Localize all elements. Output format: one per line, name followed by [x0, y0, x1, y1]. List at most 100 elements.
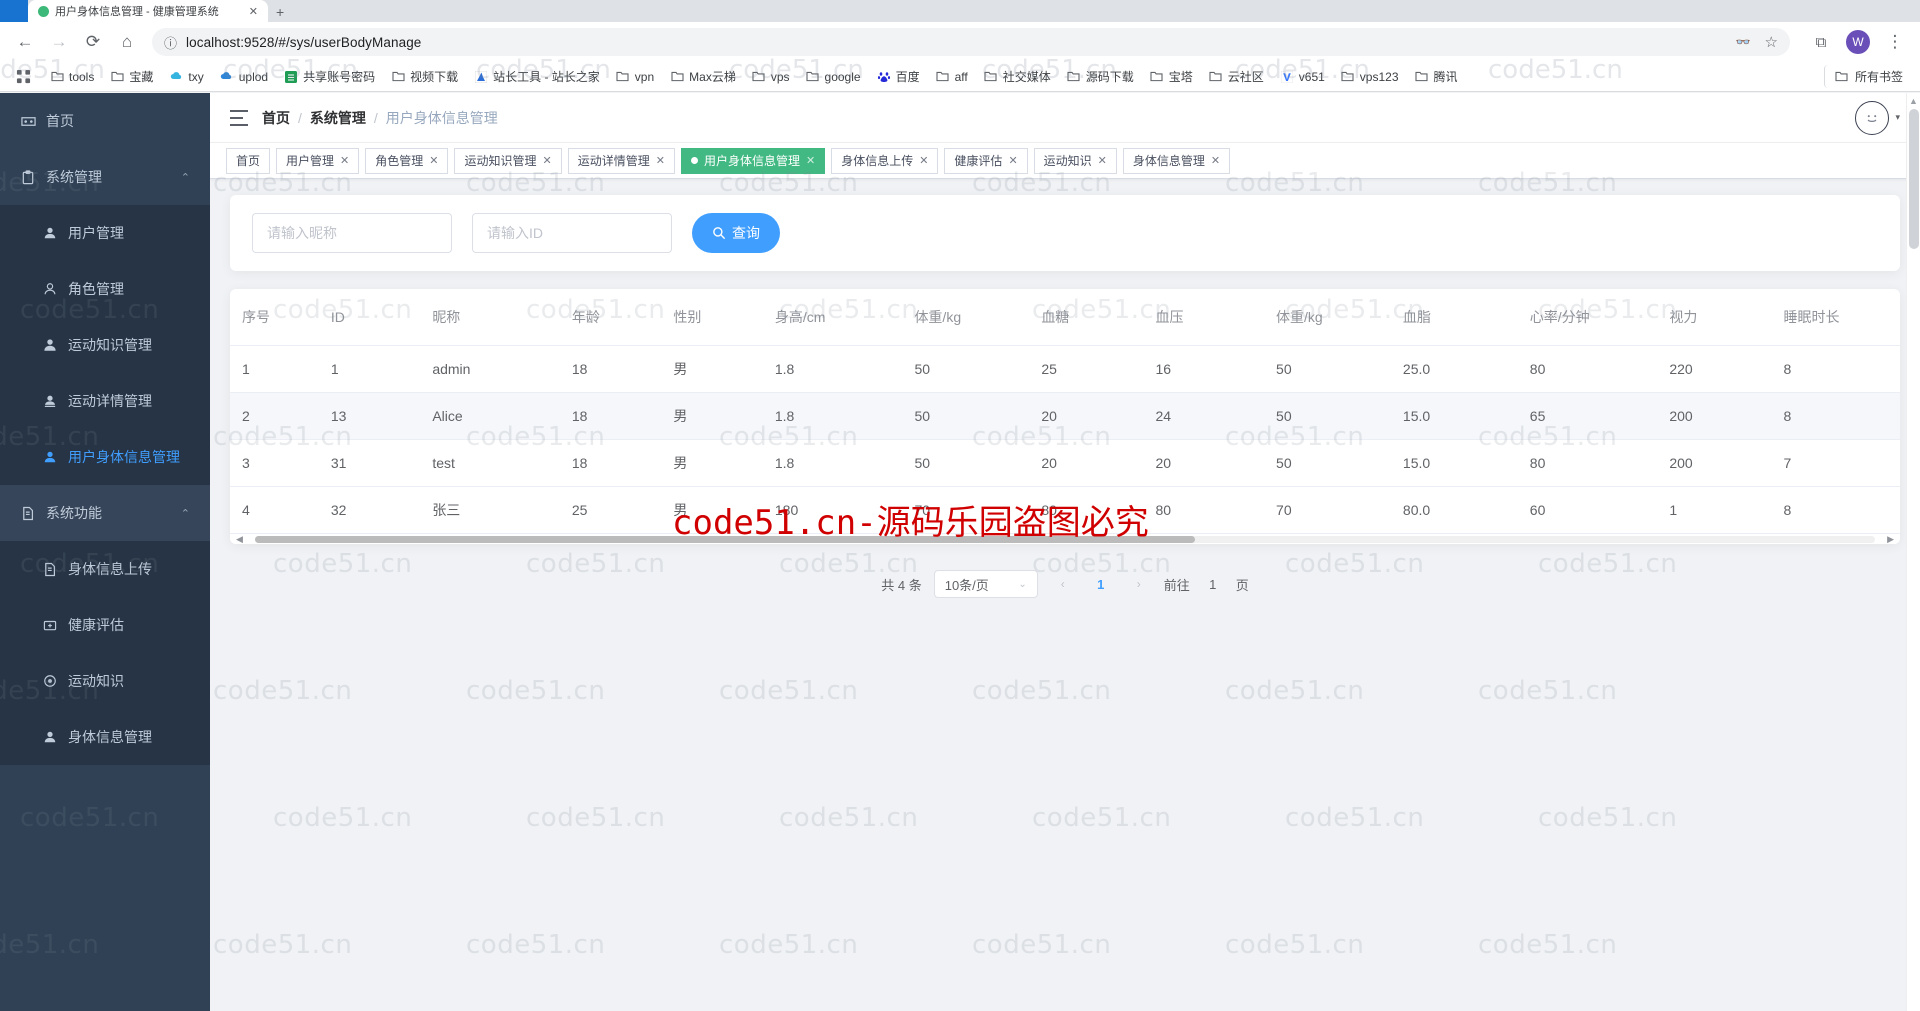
bookmark-item-7[interactable]: vpn	[609, 67, 661, 87]
tab-close-icon[interactable]: ✕	[1211, 154, 1220, 167]
query-button[interactable]: 查询	[692, 213, 780, 253]
profile-avatar[interactable]: W	[1846, 30, 1870, 54]
bookmark-item-14[interactable]: 源码下载	[1060, 65, 1141, 88]
sidebar-item-5[interactable]: 运动详情管理	[0, 373, 210, 429]
tab-4[interactable]: 运动详情管理 ✕	[567, 147, 675, 174]
chevron-down-icon[interactable]: ▾	[1895, 112, 1900, 123]
tab-9[interactable]: 身体信息管理 ✕	[1122, 147, 1231, 174]
table-row[interactable]: 213Alice18男1.85020245015.0652008好656	[230, 392, 1900, 440]
sidebar-item-3[interactable]: 角色管理	[0, 261, 210, 317]
bookmark-item-6[interactable]: 站长工具 - 站长之家	[467, 65, 607, 88]
browser-menu-icon[interactable]: ⋮	[1880, 27, 1910, 57]
bookmark-item-11[interactable]: 百度	[870, 65, 927, 88]
browser-tab[interactable]: 用户身体信息管理 - 健康管理系统 ✕	[28, 0, 268, 22]
sidebar-item-0[interactable]: 首页	[0, 93, 210, 149]
bookmark-item-1[interactable]: 宝藏	[103, 65, 160, 88]
search-nickname-input[interactable]	[252, 213, 452, 253]
tab-2[interactable]: 角色管理 ✕	[365, 147, 449, 174]
bookmark-item-15[interactable]: 宝塔	[1143, 65, 1200, 88]
tab-close-icon[interactable]: ✕	[806, 154, 815, 167]
sidebar-item-label: 首页	[46, 113, 74, 129]
sidebar-item-1[interactable]: 系统管理 ⌃	[0, 149, 210, 205]
tab-close-icon[interactable]: ✕	[543, 154, 552, 167]
sidebar-item-label: 用户管理	[68, 225, 124, 241]
tab-label: 运动详情管理	[577, 154, 650, 168]
sidebar-item-9[interactable]: 健康评估	[0, 597, 210, 653]
bookmark-item-19[interactable]: 腾讯	[1408, 65, 1465, 88]
table-row[interactable]: 11admin18男1.85025165025.0802208好808	[230, 345, 1900, 393]
bookmark-item-18[interactable]: vps123	[1334, 67, 1406, 87]
sidebar-item-6[interactable]: 用户身体信息管理	[0, 429, 210, 485]
sidebar-item-2[interactable]: 用户管理	[0, 205, 210, 261]
home-button[interactable]: ⌂	[112, 27, 142, 57]
tab-0[interactable]: 首页	[226, 147, 271, 174]
search-id-input[interactable]	[472, 213, 672, 253]
sidebar-item-11[interactable]: 身体信息管理	[0, 709, 210, 765]
tab-close-icon[interactable]: ✕	[1008, 154, 1017, 167]
tab-close-icon[interactable]: ✕	[656, 154, 665, 167]
tab-close-icon[interactable]: ✕	[249, 5, 258, 18]
scroll-up-arrow-icon[interactable]: ▲	[1907, 96, 1920, 106]
reload-button[interactable]: ⟳	[78, 27, 108, 57]
tab-3[interactable]: 运动知识管理 ✕	[454, 147, 562, 174]
scrollbar-track[interactable]	[254, 535, 1876, 543]
page-scrollbar-thumb[interactable]	[1909, 109, 1919, 249]
avatar[interactable]	[1855, 100, 1890, 135]
apps-grid-icon[interactable]	[10, 66, 37, 87]
jumper-input[interactable]: 1	[1198, 577, 1228, 592]
tab-close-icon[interactable]: ✕	[919, 154, 928, 167]
table-horizontal-scrollbar[interactable]: ◀ ▶	[230, 534, 1900, 544]
pagination-next-button[interactable]: ›	[1126, 570, 1152, 598]
forward-button[interactable]: →	[44, 27, 74, 57]
tab-5[interactable]: 用户身体信息管理 ✕	[680, 147, 826, 174]
bookmark-star-icon[interactable]: ☆	[1765, 33, 1778, 51]
table-row[interactable]: 432张三25男1807080807080.06018好606	[230, 486, 1900, 534]
bookmark-label: 共享账号密码	[303, 70, 376, 84]
bookmark-item-8[interactable]: Max云梯	[663, 65, 743, 88]
tab-8[interactable]: 运动知识 ✕	[1033, 147, 1117, 174]
bookmark-item-12[interactable]: aff	[929, 67, 975, 87]
tab-close-icon[interactable]: ✕	[429, 154, 438, 167]
sidebar-item-8[interactable]: 身体信息上传	[0, 541, 210, 597]
extensions-icon[interactable]: ⧉	[1806, 27, 1836, 57]
table-row[interactable]: 331test18男1.85020205015.0802007好808	[230, 439, 1900, 487]
scroll-left-arrow-icon[interactable]: ◀	[236, 534, 243, 545]
bookmark-item-16[interactable]: 云社区	[1202, 65, 1271, 88]
site-info-icon[interactable]: ⓘ	[164, 33, 177, 52]
all-bookmarks-button[interactable]: 所有书签	[1823, 65, 1910, 88]
new-tab-button[interactable]: +	[276, 4, 284, 22]
scrollbar-thumb[interactable]	[254, 535, 1195, 543]
breadcrumb-item-1[interactable]: 系统管理	[310, 108, 366, 128]
reading-glasses-icon[interactable]: 👓	[1736, 35, 1751, 49]
breadcrumb-item-0[interactable]: 首页	[262, 108, 290, 128]
bookmark-item-17[interactable]: v651	[1273, 67, 1332, 87]
tab-close-icon[interactable]: ✕	[340, 154, 349, 167]
jumper-label: 前往	[1163, 577, 1190, 593]
bookmark-item-5[interactable]: 视频下载	[384, 65, 465, 88]
tab-7[interactable]: 健康评估 ✕	[944, 147, 1028, 174]
sidebar-item-7[interactable]: 系统功能 ⌃	[0, 485, 210, 541]
bookmark-item-0[interactable]: tools	[43, 67, 101, 87]
bookmark-item-10[interactable]: google	[799, 67, 868, 87]
address-bar[interactable]: ⓘ localhost:9528/#/sys/userBodyManage 👓 …	[152, 28, 1790, 56]
bookmark-item-9[interactable]: vps	[745, 67, 797, 87]
page-size-select[interactable]: 10条/页 ⌄	[933, 570, 1038, 598]
bookmark-item-4[interactable]: 共享账号密码	[277, 65, 382, 88]
bookmark-item-2[interactable]: txy	[162, 67, 210, 87]
pagination-prev-button[interactable]: ‹	[1050, 570, 1076, 598]
tab-1[interactable]: 用户管理 ✕	[276, 147, 360, 174]
tab-close-icon[interactable]: ✕	[1098, 154, 1107, 167]
data-table: 序号 ID 昵称 年龄 性别 身高/cm 体重/kg 血糖 血压 体重/kg 血脂 心率/分钟 视力 睡眠…	[230, 289, 1900, 534]
table-col-8: 血压	[1143, 289, 1265, 346]
back-button[interactable]: ←	[10, 27, 40, 57]
scroll-right-arrow-icon[interactable]: ▶	[1887, 534, 1894, 545]
tab-6[interactable]: 身体信息上传 ✕	[831, 147, 939, 174]
collapse-menu-icon[interactable]	[230, 109, 248, 126]
bookmark-item-3[interactable]: uplod	[213, 67, 275, 87]
pagination-page-1[interactable]: 1	[1088, 570, 1114, 598]
sidebar-item-10[interactable]: 运动知识	[0, 653, 210, 709]
bookmark-item-13[interactable]: 社交媒体	[977, 65, 1058, 88]
table-scroll-region[interactable]: 序号 ID 昵称 年龄 性别 身高/cm 体重/kg 血糖 血压 体重/kg 血脂 心率/分钟 视力 睡眠…	[230, 289, 1900, 534]
page-scrollbar[interactable]: ▲	[1906, 93, 1920, 1011]
sidebar-item-4[interactable]: 运动知识管理	[0, 317, 210, 373]
